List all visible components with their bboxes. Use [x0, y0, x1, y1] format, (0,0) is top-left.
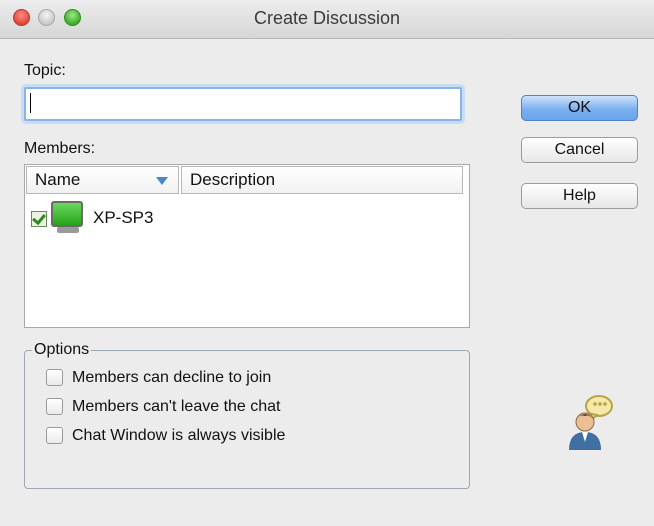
- column-header-name-label: Name: [35, 170, 81, 189]
- text-cursor: [30, 93, 31, 113]
- column-header-description-label: Description: [190, 170, 276, 189]
- cancel-button[interactable]: Cancel: [521, 137, 638, 163]
- option-label: Chat Window is always visible: [72, 427, 286, 444]
- computer-icon: [51, 201, 83, 227]
- option-checkbox[interactable]: [46, 398, 63, 415]
- window-title: Create Discussion: [253, 8, 401, 28]
- members-label: Members:: [24, 140, 96, 157]
- members-list[interactable]: Name Description XP-SP3: [24, 164, 470, 328]
- member-checkbox[interactable]: [31, 211, 47, 227]
- member-name: XP-SP3: [93, 208, 154, 227]
- column-header-description[interactable]: Description: [181, 166, 463, 194]
- ok-button[interactable]: OK: [521, 95, 638, 121]
- option-checkbox[interactable]: [46, 369, 63, 386]
- help-button[interactable]: Help: [521, 183, 638, 209]
- sort-down-icon: [156, 177, 168, 185]
- topic-label: Topic:: [24, 62, 66, 79]
- option-label: Members can't leave the chat: [72, 398, 281, 415]
- option-checkbox[interactable]: [46, 427, 63, 444]
- column-header-name[interactable]: Name: [26, 166, 179, 194]
- options-legend: Options: [32, 341, 92, 359]
- topic-input[interactable]: [24, 87, 462, 121]
- title-bar: Create Discussion: [0, 0, 654, 39]
- computer-stand: [57, 227, 79, 233]
- chat-user-icon: [569, 395, 613, 450]
- list-item[interactable]: XP-SP3: [31, 201, 451, 235]
- option-label: Members can decline to join: [72, 369, 272, 386]
